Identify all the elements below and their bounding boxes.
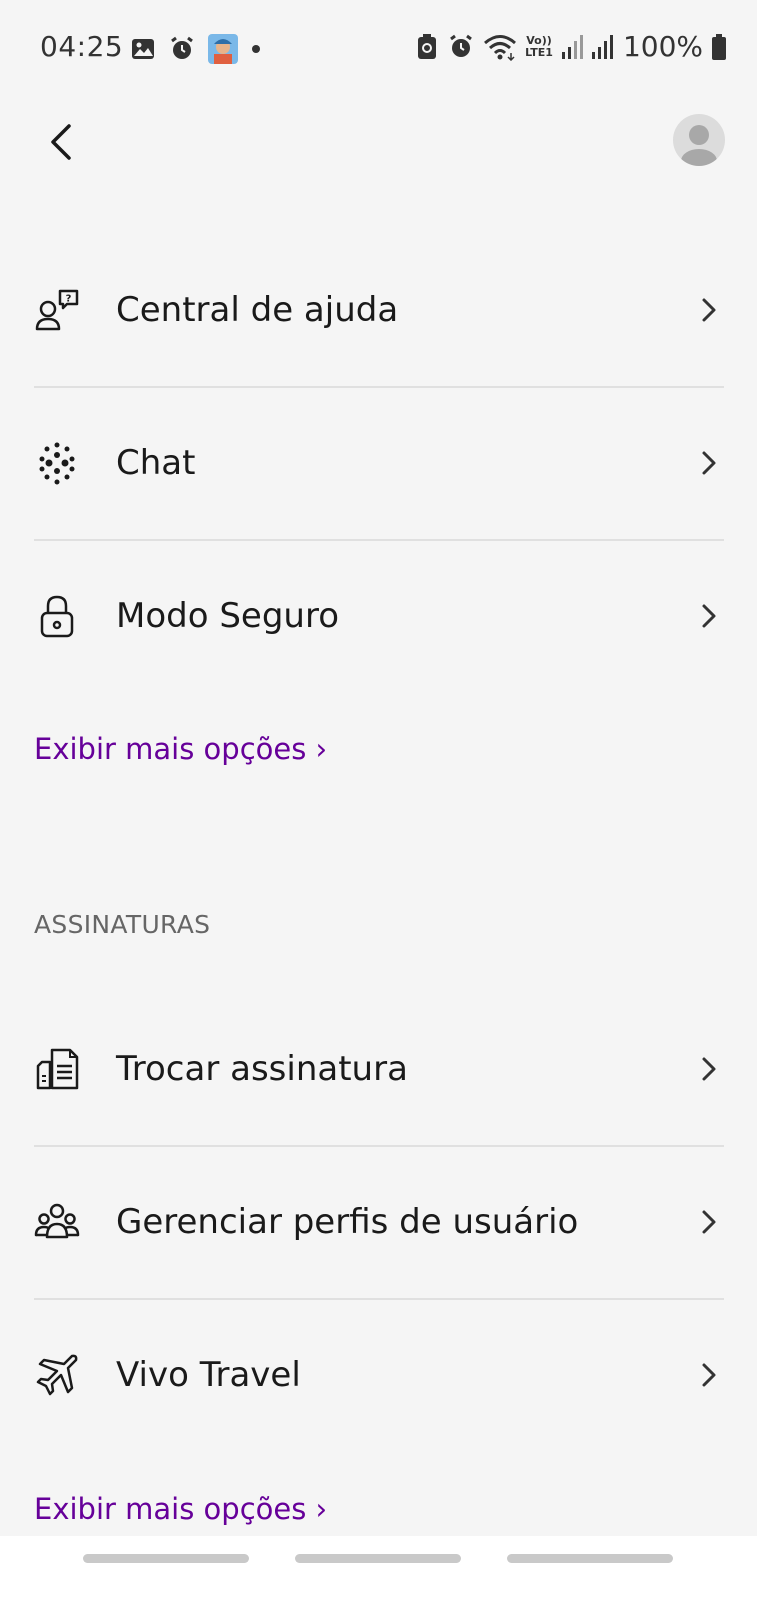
status-bar: 04:25 Vo)) LTE1 100% [0, 0, 757, 100]
volte-label: Vo)) [526, 33, 552, 47]
profile-avatar-button[interactable] [673, 114, 725, 166]
menu-item-central-de-ajuda[interactable]: ? Central de ajuda [34, 235, 724, 385]
app-thumbnail-icon [208, 34, 238, 64]
menu-item-label: Chat [116, 443, 196, 483]
system-navigation-bar [0, 1536, 757, 1600]
chevron-right-icon [702, 1057, 716, 1081]
status-time: 04:25 [40, 30, 124, 63]
battery-percent: 100% [622, 30, 703, 63]
nav-home-button[interactable] [295, 1554, 461, 1563]
menu-item-label: Trocar assinatura [116, 1049, 408, 1089]
status-notification-icons [130, 34, 262, 64]
nav-back-button[interactable] [507, 1554, 673, 1563]
chevron-left-icon [51, 124, 71, 160]
wifi-icon [484, 34, 517, 61]
show-more-options-link[interactable]: Exibir mais opções › [34, 732, 327, 766]
battery-icon [712, 33, 726, 60]
section-title-subscriptions: ASSINATURAS [34, 910, 211, 939]
top-app-bar [0, 100, 757, 190]
gallery-icon [132, 39, 154, 59]
back-button[interactable] [36, 118, 84, 166]
lte-label: LTE1 [525, 45, 553, 59]
menu-item-label: Vivo Travel [116, 1355, 301, 1395]
user-avatar-icon [681, 125, 717, 166]
svg-text:?: ? [66, 294, 72, 305]
chat-dots-icon [39, 442, 75, 485]
signal-sim1-icon [561, 34, 583, 59]
more-notifications-dot-icon [252, 45, 260, 53]
show-more-options-link-subscriptions[interactable]: Exibir mais opções › [34, 1492, 327, 1526]
menu-item-label: Gerenciar perfis de usuário [116, 1202, 579, 1242]
chevron-right-icon [702, 1363, 716, 1387]
lock-icon [40, 595, 74, 638]
battery-saver-icon [418, 33, 437, 59]
help-center-icon: ? [35, 289, 79, 331]
alarm-status-icon [450, 34, 472, 57]
documents-icon [36, 1048, 79, 1090]
users-icon [34, 1203, 80, 1239]
menu-item-modo-seguro[interactable]: Modo Seguro [34, 541, 724, 691]
airplane-icon [36, 1354, 78, 1396]
volte-indicator: Vo)) LTE1 [525, 33, 553, 59]
menu-item-trocar-assinatura[interactable]: Trocar assinatura [34, 994, 724, 1144]
chevron-right-icon [702, 451, 716, 475]
menu-item-label: Central de ajuda [116, 290, 399, 330]
menu-item-gerenciar-perfis[interactable]: Gerenciar perfis de usuário [34, 1147, 724, 1297]
signal-sim2-icon [591, 34, 613, 59]
chevron-right-icon [702, 604, 716, 628]
menu-item-vivo-travel[interactable]: Vivo Travel [34, 1300, 724, 1450]
chevron-right-icon [702, 1210, 716, 1234]
menu-item-label: Modo Seguro [116, 596, 339, 636]
menu-item-chat[interactable]: Chat [34, 388, 724, 538]
nav-recent-apps-button[interactable] [83, 1554, 249, 1563]
chevron-right-icon [702, 298, 716, 322]
status-system-icons: Vo)) LTE1 100% [415, 30, 727, 63]
alarm-icon [171, 36, 193, 59]
